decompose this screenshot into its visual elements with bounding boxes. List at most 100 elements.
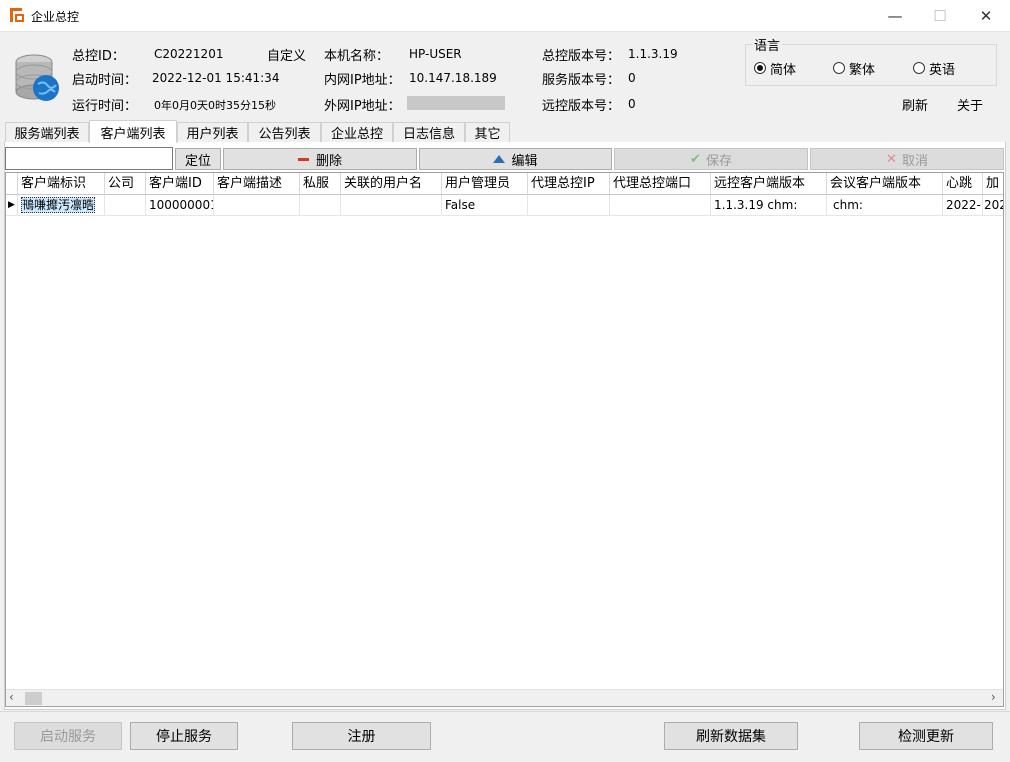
radio-simplified-label[interactable]: 简体 — [770, 59, 796, 78]
row-header-corner — [6, 173, 18, 195]
radio-simplified[interactable] — [754, 62, 766, 74]
column-header[interactable]: 加 — [983, 173, 1003, 195]
column-header[interactable]: 远控客户端版本 — [711, 173, 827, 195]
tab-user-list[interactable]: 用户列表 — [177, 122, 248, 142]
tab-enterprise-control[interactable]: 企业总控 — [321, 122, 393, 142]
column-header[interactable]: 心跳 — [943, 173, 983, 195]
custom-label: 自定义 — [267, 49, 307, 64]
column-header[interactable]: 用户管理员 — [442, 173, 528, 195]
table-cell[interactable] — [610, 195, 711, 216]
cancel-button-label: 取消 — [901, 153, 928, 169]
cancel-button[interactable]: ✕ 取消 — [810, 148, 1004, 170]
column-header[interactable]: 关联的用户名 — [341, 173, 442, 195]
table-cell[interactable]: False — [442, 195, 528, 216]
host-name-label: 本机名称： — [324, 49, 390, 64]
window-title: 企业总控 — [31, 10, 80, 24]
remote-version-value: 0 — [628, 97, 636, 111]
about-link[interactable]: 关于 — [957, 95, 983, 114]
lan-ip-value: 10.147.18.189 — [409, 71, 497, 85]
checkmark-icon: ✔ — [690, 151, 701, 167]
control-id-value: C20221201 — [154, 47, 224, 61]
remote-version-label: 远控版本号： — [542, 99, 621, 114]
register-label: 注册 — [347, 729, 376, 745]
service-version-label: 服务版本号： — [542, 73, 621, 88]
control-version-value: 1.1.3.19 — [628, 47, 678, 61]
start-time-value: 2022-12-01 15:41:34 — [152, 71, 280, 85]
run-time-value: 0年0月0天0时35分15秒 — [154, 99, 276, 112]
triangle-up-icon — [493, 155, 506, 163]
stop-service-button[interactable]: 停止服务 — [130, 722, 238, 750]
table-cell[interactable]: 鳵嗛攠汚凛晧 — [18, 195, 105, 216]
current-row-indicator-icon: ▶ — [6, 195, 18, 216]
start-service-button[interactable]: 启动服务 — [14, 722, 122, 750]
tab-notice-list[interactable]: 公告列表 — [248, 122, 321, 142]
maximize-button[interactable]: ☐ — [917, 0, 963, 31]
check-update-label: 检测更新 — [898, 729, 954, 745]
radio-english[interactable] — [913, 62, 925, 74]
edit-button[interactable]: 编辑 — [419, 148, 612, 170]
tab-client-list[interactable]: 客户端列表 — [89, 120, 177, 143]
radio-english-label[interactable]: 英语 — [929, 59, 955, 78]
wan-ip-label: 外网IP地址： — [324, 99, 401, 114]
search-input[interactable] — [5, 147, 173, 170]
minimize-button[interactable]: — — [872, 0, 918, 31]
column-header[interactable]: 私服 — [300, 173, 341, 195]
table-cell[interactable]: chm: — [827, 195, 943, 216]
save-button-label: 保存 — [705, 153, 732, 169]
close-button[interactable]: ✕ — [963, 0, 1009, 31]
lan-ip-label: 内网IP地址： — [324, 73, 401, 88]
edit-button-label: 编辑 — [511, 153, 538, 169]
column-header[interactable]: 公司 — [105, 173, 146, 195]
refresh-dataset-button[interactable]: 刷新数据集 — [664, 722, 798, 750]
scroll-right-icon[interactable]: › — [991, 690, 996, 704]
column-header[interactable]: 代理总控IP — [528, 173, 610, 195]
app-logo-icon — [10, 8, 24, 22]
scroll-left-icon[interactable]: ‹ — [9, 690, 14, 704]
radio-traditional-label[interactable]: 繁体 — [849, 59, 875, 78]
table-cell[interactable] — [214, 195, 300, 216]
table-cell[interactable]: 1.1.3.19 chm: — [711, 195, 827, 216]
control-version-label: 总控版本号： — [542, 49, 621, 64]
column-header[interactable]: 客户端描述 — [214, 173, 300, 195]
start-service-label: 启动服务 — [40, 729, 96, 745]
column-header[interactable]: 客户端标识 — [18, 173, 105, 195]
refresh-link[interactable]: 刷新 — [902, 95, 928, 114]
database-globe-icon — [15, 54, 59, 101]
table-cell[interactable] — [105, 195, 146, 216]
control-id-label: 总控ID： — [72, 49, 125, 64]
delete-button[interactable]: 删除 — [223, 148, 417, 170]
table-cell[interactable] — [528, 195, 610, 216]
table-cell[interactable]: 2022-1 — [943, 195, 983, 216]
tab-log-info[interactable]: 日志信息 — [393, 122, 465, 142]
save-button[interactable]: ✔ 保存 — [614, 148, 808, 170]
wan-ip-redacted — [407, 96, 505, 110]
title-bar — [0, 0, 1010, 32]
locate-button[interactable]: 定位 — [175, 148, 221, 170]
locate-button-label: 定位 — [184, 153, 211, 169]
language-group-title: 语言 — [752, 35, 783, 54]
start-time-label: 启动时间： — [72, 73, 138, 88]
tab-server-list[interactable]: 服务端列表 — [5, 122, 89, 142]
run-time-label: 运行时间： — [72, 99, 138, 114]
table-cell[interactable]: 100000001 — [146, 195, 214, 216]
check-update-button[interactable]: 检测更新 — [859, 722, 993, 750]
column-header[interactable]: 会议客户端版本 — [827, 173, 943, 195]
selected-cell-text[interactable]: 鳵嗛攠汚凛晧 — [21, 197, 96, 213]
register-button[interactable]: 注册 — [292, 722, 431, 750]
radio-traditional[interactable] — [833, 62, 845, 74]
minus-icon — [297, 157, 309, 161]
refresh-dataset-label: 刷新数据集 — [696, 729, 766, 745]
table-cell[interactable] — [341, 195, 442, 216]
horizontal-scrollbar[interactable]: ‹ › — [6, 689, 1003, 706]
host-name-value: HP-USER — [409, 47, 462, 61]
stop-service-label: 停止服务 — [156, 729, 212, 745]
table-cell[interactable] — [300, 195, 341, 216]
scrollbar-thumb[interactable] — [25, 692, 42, 705]
x-icon: ✕ — [886, 151, 897, 167]
column-header[interactable]: 代理总控端口 — [610, 173, 711, 195]
tab-other[interactable]: 其它 — [465, 122, 510, 142]
service-version-value: 0 — [628, 71, 636, 85]
table-cell[interactable]: 202 — [983, 195, 1003, 216]
client-table[interactable]: 客户端标识 公司 客户端ID 客户端描述 私服 关联的用户名 用户管理员 代理总… — [5, 172, 1004, 707]
column-header[interactable]: 客户端ID — [146, 173, 214, 195]
